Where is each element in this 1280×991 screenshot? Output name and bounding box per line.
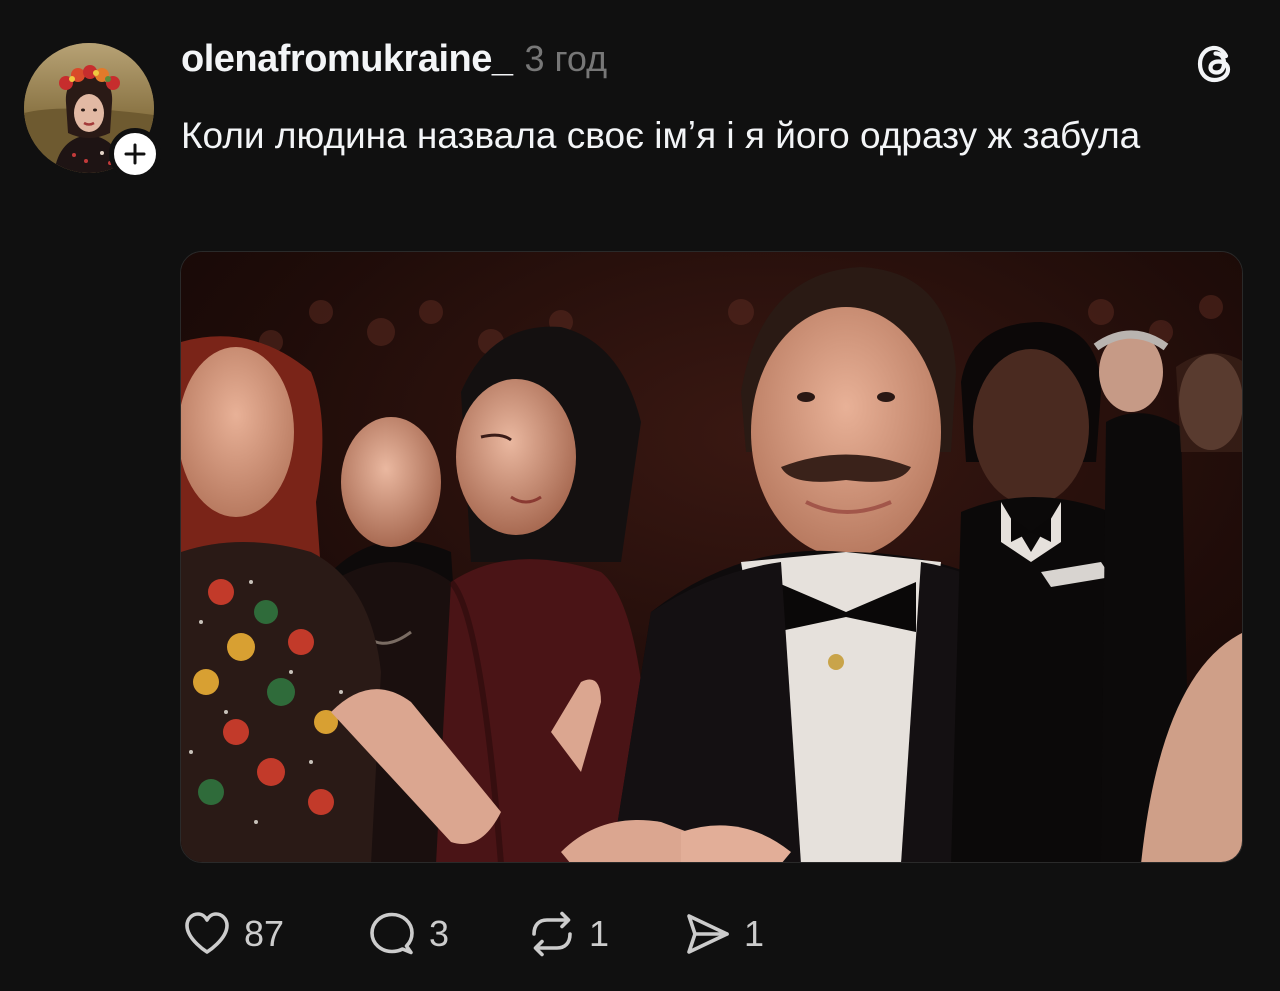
send-icon bbox=[687, 914, 729, 954]
like-count: 87 bbox=[244, 913, 285, 954]
repost-count: 1 bbox=[589, 913, 610, 954]
post-timestamp: 3 год bbox=[524, 38, 608, 79]
username-link[interactable]: olenafromukraine_ bbox=[181, 38, 513, 81]
video-still-image bbox=[181, 252, 1242, 862]
repost-icon bbox=[532, 911, 572, 957]
avatar-container bbox=[24, 43, 161, 180]
post-header: olenafromukraine_ 3 год bbox=[181, 38, 607, 88]
comment-bubble-icon bbox=[370, 912, 414, 955]
heart-icon bbox=[185, 912, 229, 954]
action-bar: 87 3 1 1 bbox=[180, 905, 764, 963]
share-button[interactable]: 1 bbox=[680, 905, 764, 963]
share-count: 1 bbox=[744, 913, 765, 954]
like-button[interactable]: 87 bbox=[180, 905, 365, 963]
plus-icon bbox=[124, 143, 146, 165]
post-text: Коли людина назвала своє імʼя і я його о… bbox=[181, 115, 1141, 156]
repost-button[interactable]: 1 bbox=[525, 905, 680, 963]
follow-button[interactable] bbox=[109, 128, 161, 180]
reply-count: 3 bbox=[429, 913, 450, 954]
threads-logo-icon[interactable] bbox=[1193, 40, 1241, 88]
reply-button[interactable]: 3 bbox=[365, 905, 525, 963]
post-media[interactable] bbox=[180, 251, 1243, 863]
